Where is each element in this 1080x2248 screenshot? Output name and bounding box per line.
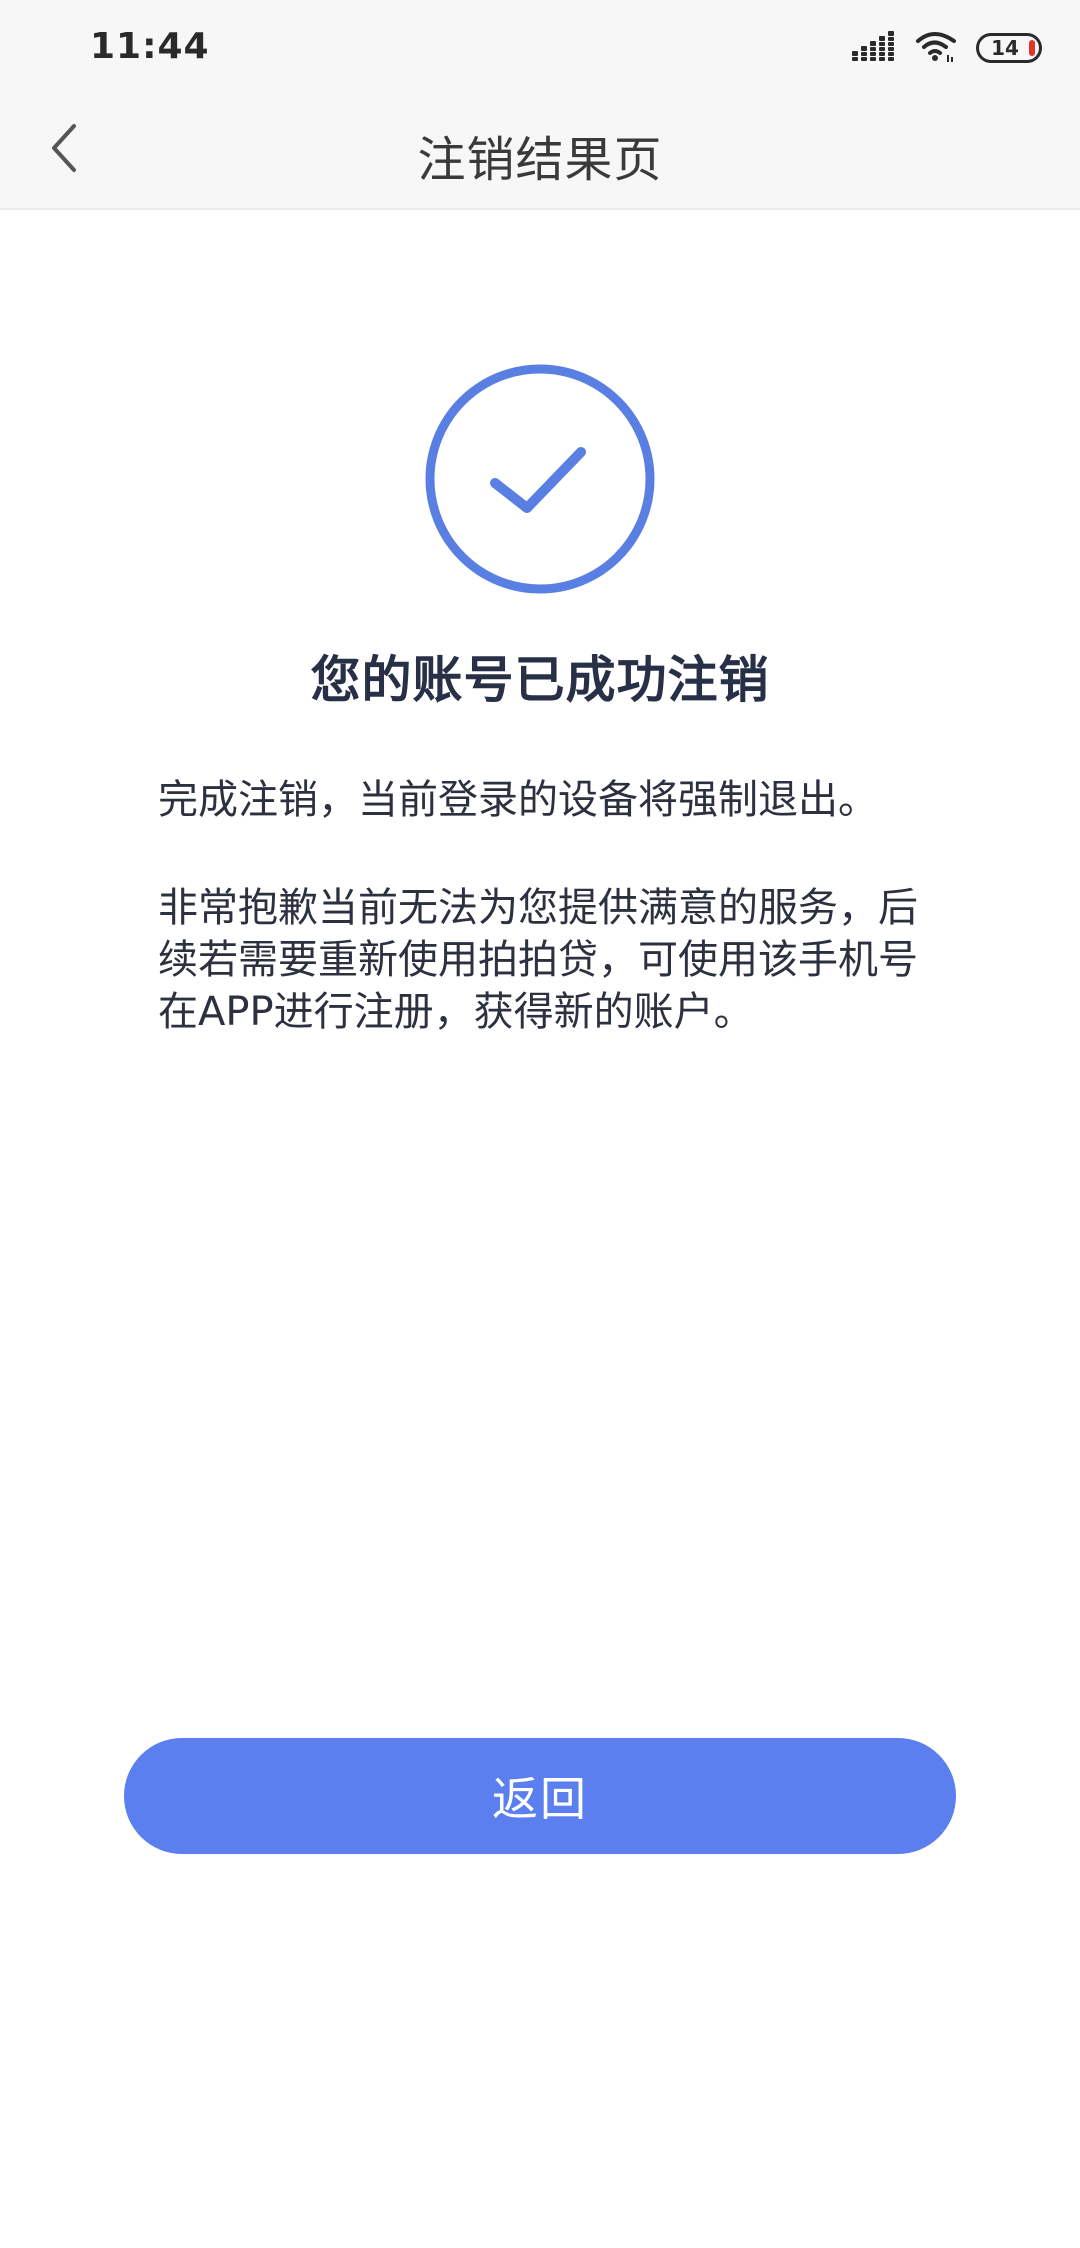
- battery-level: 14: [991, 36, 1019, 60]
- result-title: 您的账号已成功注销: [310, 651, 770, 709]
- wifi-icon: [914, 29, 958, 67]
- check-circle-icon: [423, 362, 657, 596]
- status-icons: 14: [852, 28, 1042, 68]
- nav-bar: 注销结果页: [0, 92, 1080, 210]
- result-message-logout: 完成注销，当前登录的设备将强制退出。: [158, 777, 878, 823]
- status-bar: 11:44 14: [0, 0, 1080, 92]
- result-message-apology: 非常抱歉当前无法为您提供满意的服务，后续若需要重新使用拍拍贷，可使用该手机号在A…: [158, 885, 918, 1035]
- return-button[interactable]: 返回: [124, 1738, 956, 1854]
- battery-icon: 14: [976, 33, 1042, 63]
- battery-low-indicator: [1029, 40, 1035, 56]
- signal-icon: [852, 31, 896, 65]
- page-title: 注销结果页: [417, 132, 663, 188]
- status-time: 11:44: [90, 26, 210, 67]
